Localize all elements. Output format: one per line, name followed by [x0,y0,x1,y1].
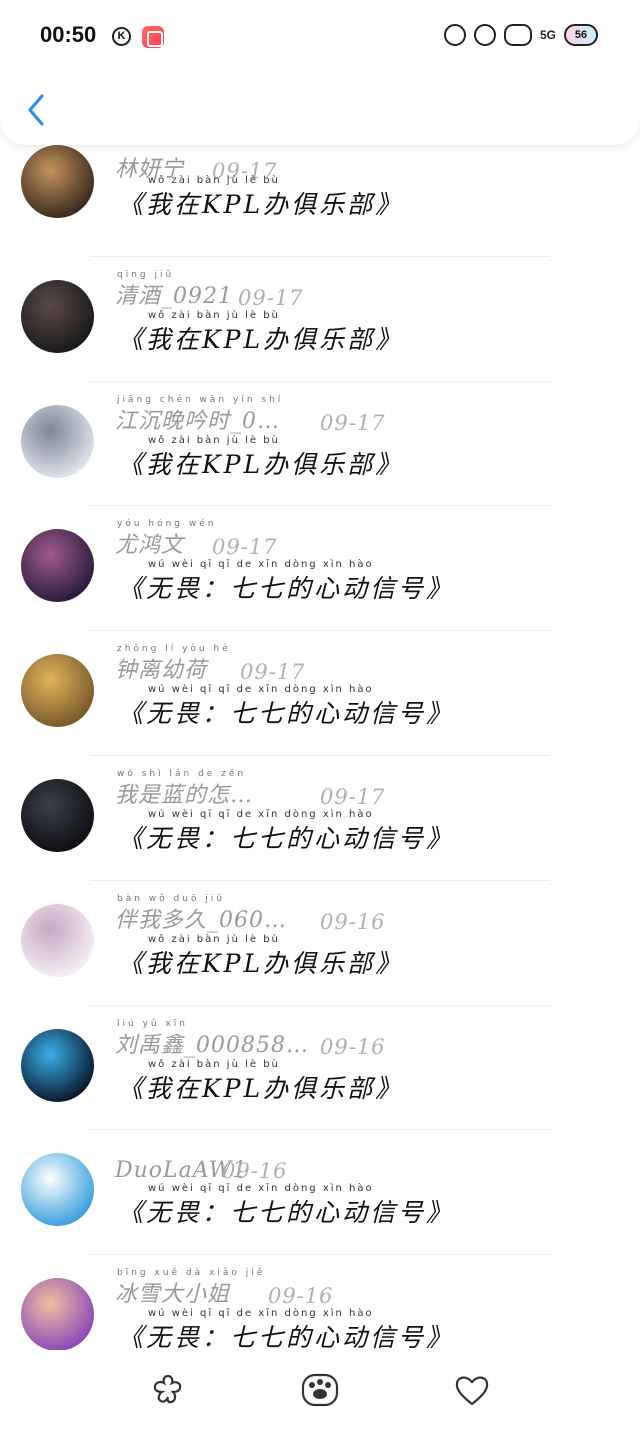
date-label: 09-17 [240,660,306,685]
status-bar: 00:50 K 5G 56 [0,0,640,75]
user-name[interactable]: 江沉晚吟时_0… [115,403,280,435]
book-title-line[interactable]: wú wèi qī qī de xīn dòng xìn hào 《无畏：七七的心… [118,809,518,855]
list-item[interactable]: qīng jiǔ 清酒_0921 09-17 wǒ zài bàn jù lè bù 《… [0,255,640,380]
book-title[interactable]: 《我在KPL办俱乐部》 [118,944,403,980]
list-item[interactable]: wǒ shì lán de zěn 我是蓝的怎… 09-17 wú wèi qī qī… [0,755,640,879]
name-line: liú yǔ xīn 刘禹鑫_000858… 09-16 [115,1019,535,1059]
user-name[interactable]: 我是蓝的怎… [115,777,253,809]
user-name[interactable]: 刘禹鑫_000858… [115,1027,309,1059]
date-label: 09-16 [222,1159,288,1184]
name-line: bàn wǒ duō jiǔ 伴我多久_060… 09-16 [115,894,535,934]
name-line: jiāng chén wǎn yín shí 江沉晚吟时_0… 09-17 [115,395,535,435]
book-title[interactable]: 《无畏：七七的心动信号》 [118,569,454,605]
back-button[interactable] [22,92,52,128]
bottom-tab-bar [0,1350,640,1429]
avatar[interactable] [21,529,94,603]
divider [90,755,550,756]
divider [90,630,550,632]
date-label: 09-17 [320,410,386,435]
book-title-line[interactable]: wú wèi qī qī de xīn dòng xìn hào 《无畏：七七的心… [118,684,518,730]
flower-icon[interactable] [148,1370,188,1410]
book-title[interactable]: 《无畏：七七的心动信号》 [118,819,454,855]
header: 00:50 K 5G 56 [0,0,640,145]
list-item[interactable]: zhōng lí yòu hé 钟离幼荷 09-17 wú wèi qī qī de … [0,630,640,754]
list-item[interactable]: jiāng chén wǎn yín shí 江沉晚吟时_0… 09-17 wǒ zà… [0,380,640,505]
book-title[interactable]: 《无畏：七七的心动信号》 [118,1193,454,1229]
name-line: yóu hóng wén 尤鸿文 09-17 [115,519,535,559]
network-icon: 5G [539,28,556,42]
k-app-icon: K [112,27,131,46]
book-title-line[interactable]: wǒ zài bàn jù lè bù 《我在KPL办俱乐部》 [118,435,518,481]
book-title[interactable]: 《我在KPL办俱乐部》 [118,445,403,481]
status-time: 00:50 [40,22,97,47]
book-title-line[interactable]: wǒ zài bàn jù lè bù 《我在KPL办俱乐部》 [118,175,518,221]
user-name[interactable]: 冰雪大小姐 [115,1276,230,1308]
name-line: qīng jiǔ 清酒_0921 09-17 [115,270,535,310]
book-title[interactable]: 《我在KPL办俱乐部》 [118,1069,403,1105]
avatar[interactable] [21,779,94,852]
date-label: 09-17 [212,535,278,560]
avatar[interactable] [21,1153,94,1227]
book-title[interactable]: 《无畏：七七的心动信号》 [118,1318,454,1354]
chevron-left-icon [28,94,44,126]
avatar[interactable] [21,654,94,728]
avatar[interactable] [21,1028,94,1102]
divider [90,380,550,382]
book-title-line[interactable]: wǒ zài bàn jù lè bù 《我在KPL办俱乐部》 [118,310,518,356]
battery-icon: 56 [564,24,598,46]
name-line: zhōng lí yòu hé 钟离幼荷 09-17 [115,644,535,684]
date-label: 09-16 [320,1034,386,1059]
book-title-line[interactable]: wǒ zài bàn jù lè bù 《我在KPL办俱乐部》 [118,1059,518,1105]
book-title[interactable]: 《我在KPL办俱乐部》 [118,320,403,356]
list-item[interactable]: DuoLaAW1 09-16 wú wèi qī qī de xīn dòng xì… [0,1129,640,1253]
book-title-line[interactable]: wú wèi qī qī de xīn dòng xìn hào 《无畏：七七的心… [118,1308,518,1354]
name-line: bīng xuě dà xiǎo jiě 冰雪大小姐 09-16 [115,1268,535,1308]
list-item[interactable]: liú yǔ xīn 刘禹鑫_000858… 09-16 wǒ zài bàn jù … [0,1004,640,1129]
user-name[interactable]: 钟离幼荷 [115,652,207,684]
user-name[interactable]: 伴我多久_060… [115,902,287,934]
avatar[interactable] [21,145,94,218]
avatar[interactable] [21,1278,94,1352]
book-title-line[interactable]: wǒ zài bàn jù lè bù 《我在KPL办俱乐部》 [118,934,518,980]
book-title-line[interactable]: wú wèi qī qī de xīn dòng xìn hào 《无畏：七七的心… [118,559,518,605]
book-title[interactable]: 《我在KPL办俱乐部》 [118,185,403,221]
date-label: 09-17 [238,285,304,310]
bluetooth-icon [503,24,532,46]
list-item[interactable]: yóu hóng wén 尤鸿文 09-17 wú wèi qī qī de xīn … [0,505,640,629]
status-icons: 5G 56 [443,24,598,46]
avatar[interactable] [21,279,94,353]
divider [90,1004,550,1006]
alarm-icon [443,24,466,46]
date-label: 09-16 [268,1284,334,1309]
name-line: DuoLaAW1 09-16 [115,1143,535,1183]
book-title-line[interactable]: wú wèi qī qī de xīn dòng xìn hào 《无畏：七七的心… [118,1183,518,1229]
divider [90,505,550,507]
date-label: 09-16 [320,909,386,934]
date-label: 09-17 [320,785,386,809]
list-item[interactable]: bàn wǒ duō jiǔ 伴我多久_060… 09-16 wǒ zài bàn j… [0,879,640,1004]
name-line: wǒ shì lán de zěn 我是蓝的怎… 09-17 [115,769,535,809]
avatar[interactable] [21,404,94,478]
divider [90,255,550,257]
user-name[interactable]: 尤鸿文 [115,527,184,559]
divider [90,1129,550,1131]
divider [90,1254,550,1256]
avatar[interactable] [21,903,94,977]
mute-icon [473,24,496,46]
divider [90,879,550,881]
user-name[interactable]: 清酒_0921 [115,278,233,310]
list-item[interactable]: 林妍宁 09-17 wǒ zài bàn jù lè bù 《我在KPL办俱乐部》 [0,145,640,255]
book-title[interactable]: 《无畏：七七的心动信号》 [118,694,454,730]
app-notification-icon [142,26,164,48]
paw-icon[interactable] [300,1370,340,1410]
heart-icon[interactable] [452,1370,492,1410]
